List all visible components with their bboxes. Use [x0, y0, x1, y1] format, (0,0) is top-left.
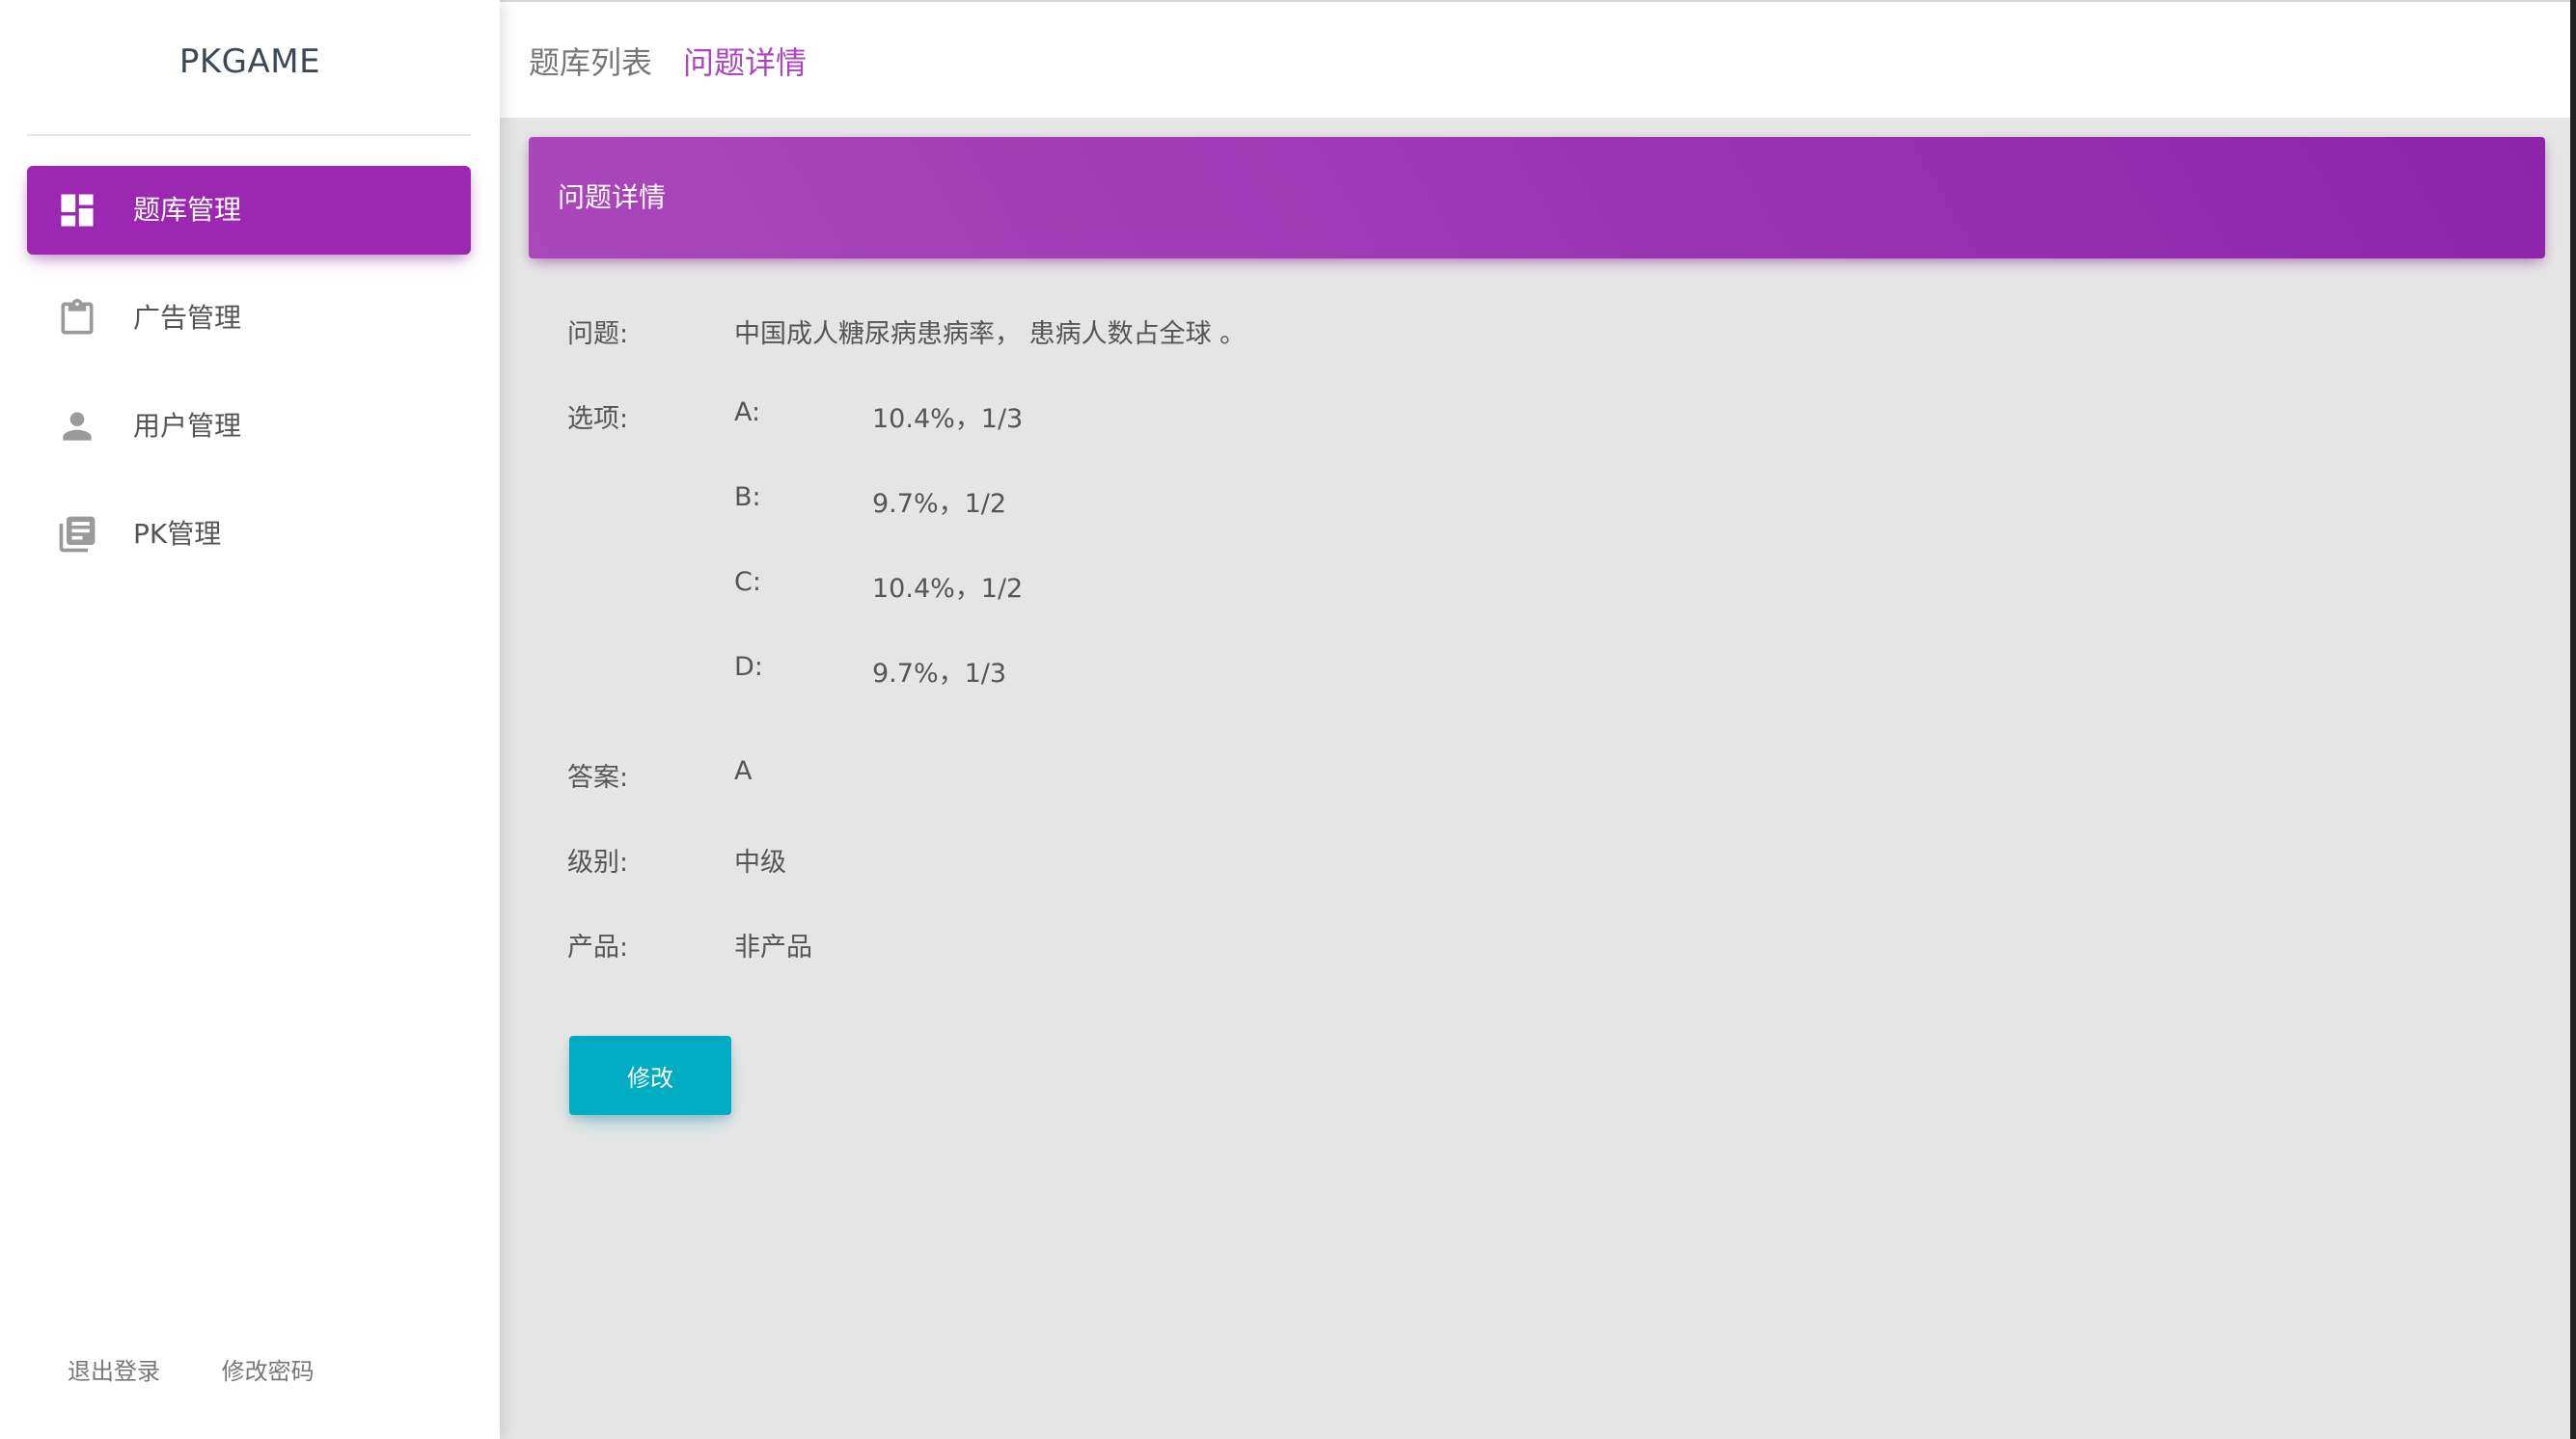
option-text-b: 9.7%，1/2	[872, 489, 1007, 519]
app-root: PKGAME 题库管理 广告管理 用户管理 PK管理 退出登录 修改密码 题库列…	[0, 0, 2576, 1439]
option-text-c: 10.4%，1/2	[872, 574, 1024, 604]
sidebar: PKGAME 题库管理 广告管理 用户管理 PK管理 退出登录 修改密码	[0, 0, 500, 1439]
level-label: 级别:	[567, 848, 629, 878]
question-text: 中国成人糖尿病患病率， 患病人数占全球 。	[734, 319, 1247, 349]
card-title: 问题详情	[558, 181, 667, 213]
options-label: 选项:	[567, 404, 629, 434]
card-header: 问题详情	[529, 137, 2545, 258]
logout-link[interactable]: 退出登录	[68, 1352, 160, 1386]
option-text-a: 10.4%，1/3	[872, 404, 1024, 434]
topbar: 题库列表 问题详情	[500, 0, 2574, 118]
sidebar-item-users[interactable]: 用户管理	[27, 382, 471, 471]
sidebar-footer: 退出登录 修改密码	[68, 1352, 369, 1386]
sidebar-nav: 题库管理 广告管理 用户管理 PK管理	[27, 166, 471, 598]
option-letter-d: D:	[734, 652, 763, 682]
answer-value: A	[734, 756, 753, 786]
product-label: 产品:	[567, 933, 629, 963]
sidebar-item-label: 用户管理	[133, 410, 242, 442]
dashboard-icon	[61, 194, 94, 227]
sidebar-item-label: 广告管理	[133, 302, 242, 334]
edit-button[interactable]: 修改	[569, 1036, 731, 1115]
sidebar-item-pk[interactable]: PK管理	[27, 490, 471, 579]
library-books-icon	[59, 516, 96, 553]
clipboard-icon	[61, 298, 94, 335]
window-edge	[2570, 0, 2576, 1439]
breadcrumb-question-list[interactable]: 题库列表	[529, 39, 652, 83]
person-icon	[63, 412, 92, 441]
sidebar-item-ads[interactable]: 广告管理	[27, 274, 471, 363]
sidebar-item-label: PK管理	[133, 518, 222, 550]
product-value: 非产品	[734, 933, 812, 963]
answer-label: 答案:	[567, 763, 629, 793]
brand-divider	[27, 134, 471, 136]
sidebar-item-label: 题库管理	[133, 194, 242, 226]
brand-title: PKGAME	[178, 42, 321, 81]
sidebar-item-question-bank[interactable]: 题库管理	[27, 166, 471, 255]
question-label: 问题:	[567, 319, 629, 349]
option-text-d: 9.7%，1/3	[872, 659, 1007, 689]
option-letter-c: C:	[734, 567, 761, 597]
change-password-link[interactable]: 修改密码	[222, 1352, 315, 1386]
option-letter-a: A:	[734, 397, 761, 427]
breadcrumb-question-detail[interactable]: 问题详情	[683, 39, 807, 83]
option-letter-b: B:	[734, 482, 761, 512]
level-value: 中级	[734, 848, 786, 878]
main-content: 问题详情 问题: 中国成人糖尿病患病率， 患病人数占全球 。 选项: A: 10…	[500, 118, 2570, 1439]
